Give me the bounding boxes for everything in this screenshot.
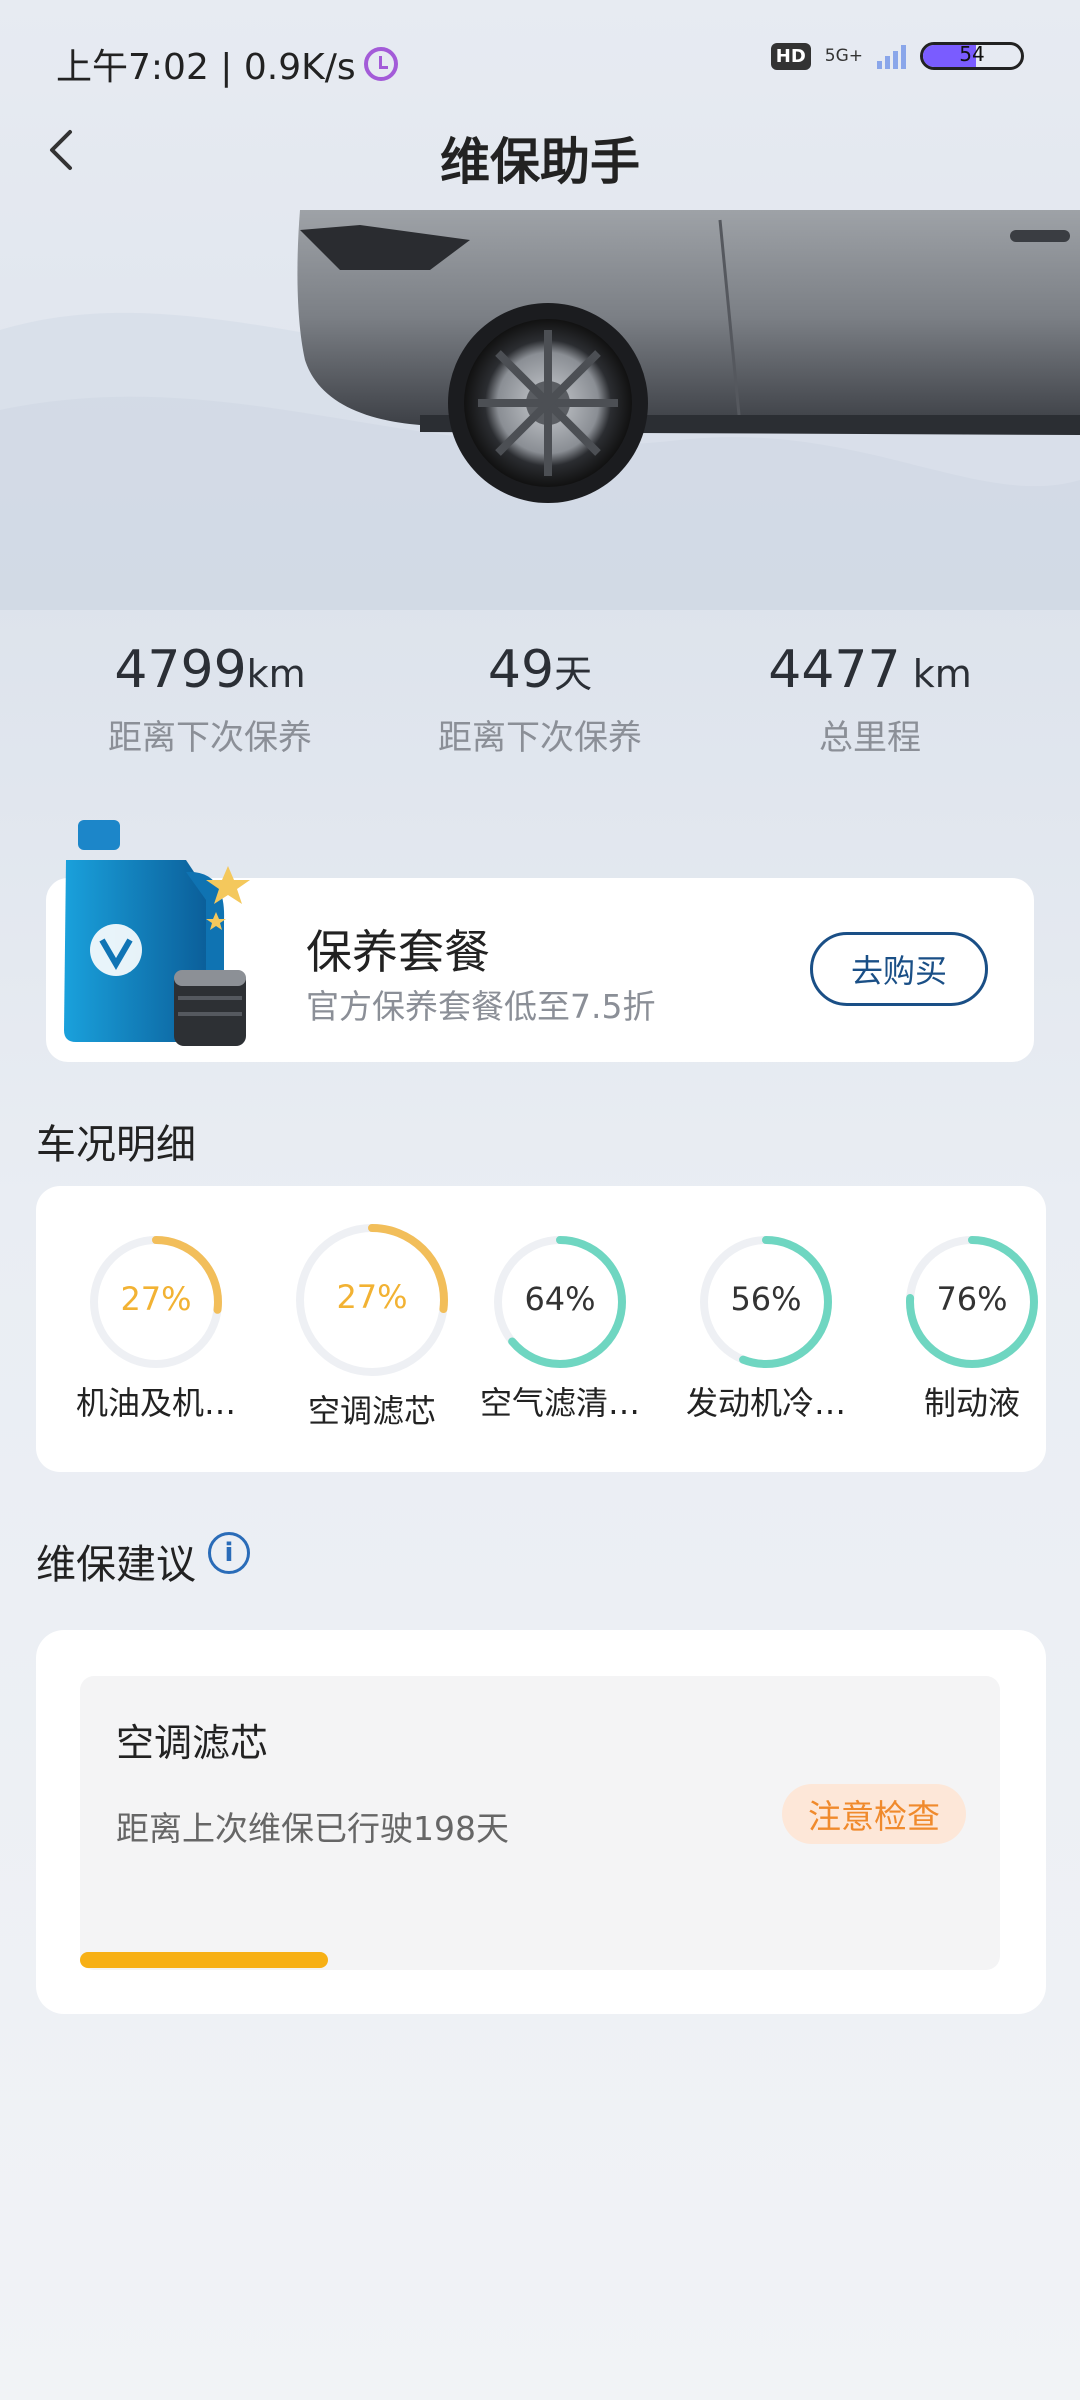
stat-label: 距离下次保养 [108,718,312,758]
gauge-label: 机油及机… [75,1384,236,1422]
gauge-percent: 27% [120,1280,192,1318]
gauge-percent: 27% [336,1278,408,1316]
battery-level: 54 [959,42,985,66]
stat-label: 距离下次保养 [438,718,642,758]
buy-button[interactable]: 去购买 [810,932,988,1006]
status-bar-left: 上午7:02 | 0.9K/s [56,38,398,90]
stat-value: 4477 [768,640,901,700]
oil-bottle-icon [64,820,250,1046]
condition-gauge[interactable]: 76% 制动液 [904,1234,1040,1424]
stat-label: 总里程 [819,718,921,758]
stat-value: 4799 [114,640,247,700]
condition-gauge[interactable]: 64% 空气滤清… [480,1234,640,1424]
gauge-percent: 64% [524,1280,596,1318]
package-subtitle: 官方保养套餐低至7.5折 [306,987,656,1026]
stat-next-service-days: 49天 距离下次保养 [390,640,690,759]
stat-unit: km [246,652,306,696]
stat-unit: 天 [554,652,593,696]
gauge-label: 空调滤芯 [307,1392,436,1430]
info-icon[interactable]: i [208,1532,250,1574]
advice-section-title: 维保建议 [36,1542,196,1588]
condition-section-title: 车况明细 [36,1122,196,1168]
condition-gauge[interactable]: 56% 发动机冷… [686,1234,846,1424]
advice-status-badge: 注意检查 [782,1784,966,1844]
stat-value: 49 [487,640,555,700]
advice-progress-fill [80,1952,329,1968]
gauge-label: 空气滤清… [479,1384,640,1422]
stat-unit: km [900,652,972,696]
status-time-speed: 上午7:02 | 0.9K/s [56,47,356,88]
gauge-label: 制动液 [923,1384,1020,1422]
page-title: 维保助手 [440,133,640,191]
hd-badge: HD [770,42,811,70]
advice-item-description: 距离上次维保已行驶198天 [116,1809,509,1848]
condition-card[interactable]: 27% 机油及机… 27% 空调滤芯 64% 空气滤清… 56% 发动机冷… 76% 制动液 [36,1186,1046,1472]
advice-item-title: 空调滤芯 [116,1721,269,1765]
network-label: 5G+ [824,46,863,66]
status-bar-right: HD 5G+ 54 [770,42,1024,70]
alarm-icon [363,47,398,81]
gauge-label: 发动机冷… [685,1384,846,1422]
condition-gauge[interactable]: 27% 机油及机… [76,1234,236,1424]
gauge-percent: 76% [936,1280,1008,1318]
battery-icon: 54 [920,42,1024,70]
package-title: 保养套餐 [306,925,490,979]
stat-next-service-km: 4799km 距离下次保养 [60,640,360,759]
stat-total-mileage: 4477 km 总里程 [720,640,1020,759]
car-hero-image [0,210,1080,610]
signal-icon [877,43,906,69]
gauge-percent: 56% [730,1280,802,1318]
condition-gauge[interactable]: 27% 空调滤芯 [294,1222,450,1432]
advice-progress-bar [80,1952,1000,1968]
